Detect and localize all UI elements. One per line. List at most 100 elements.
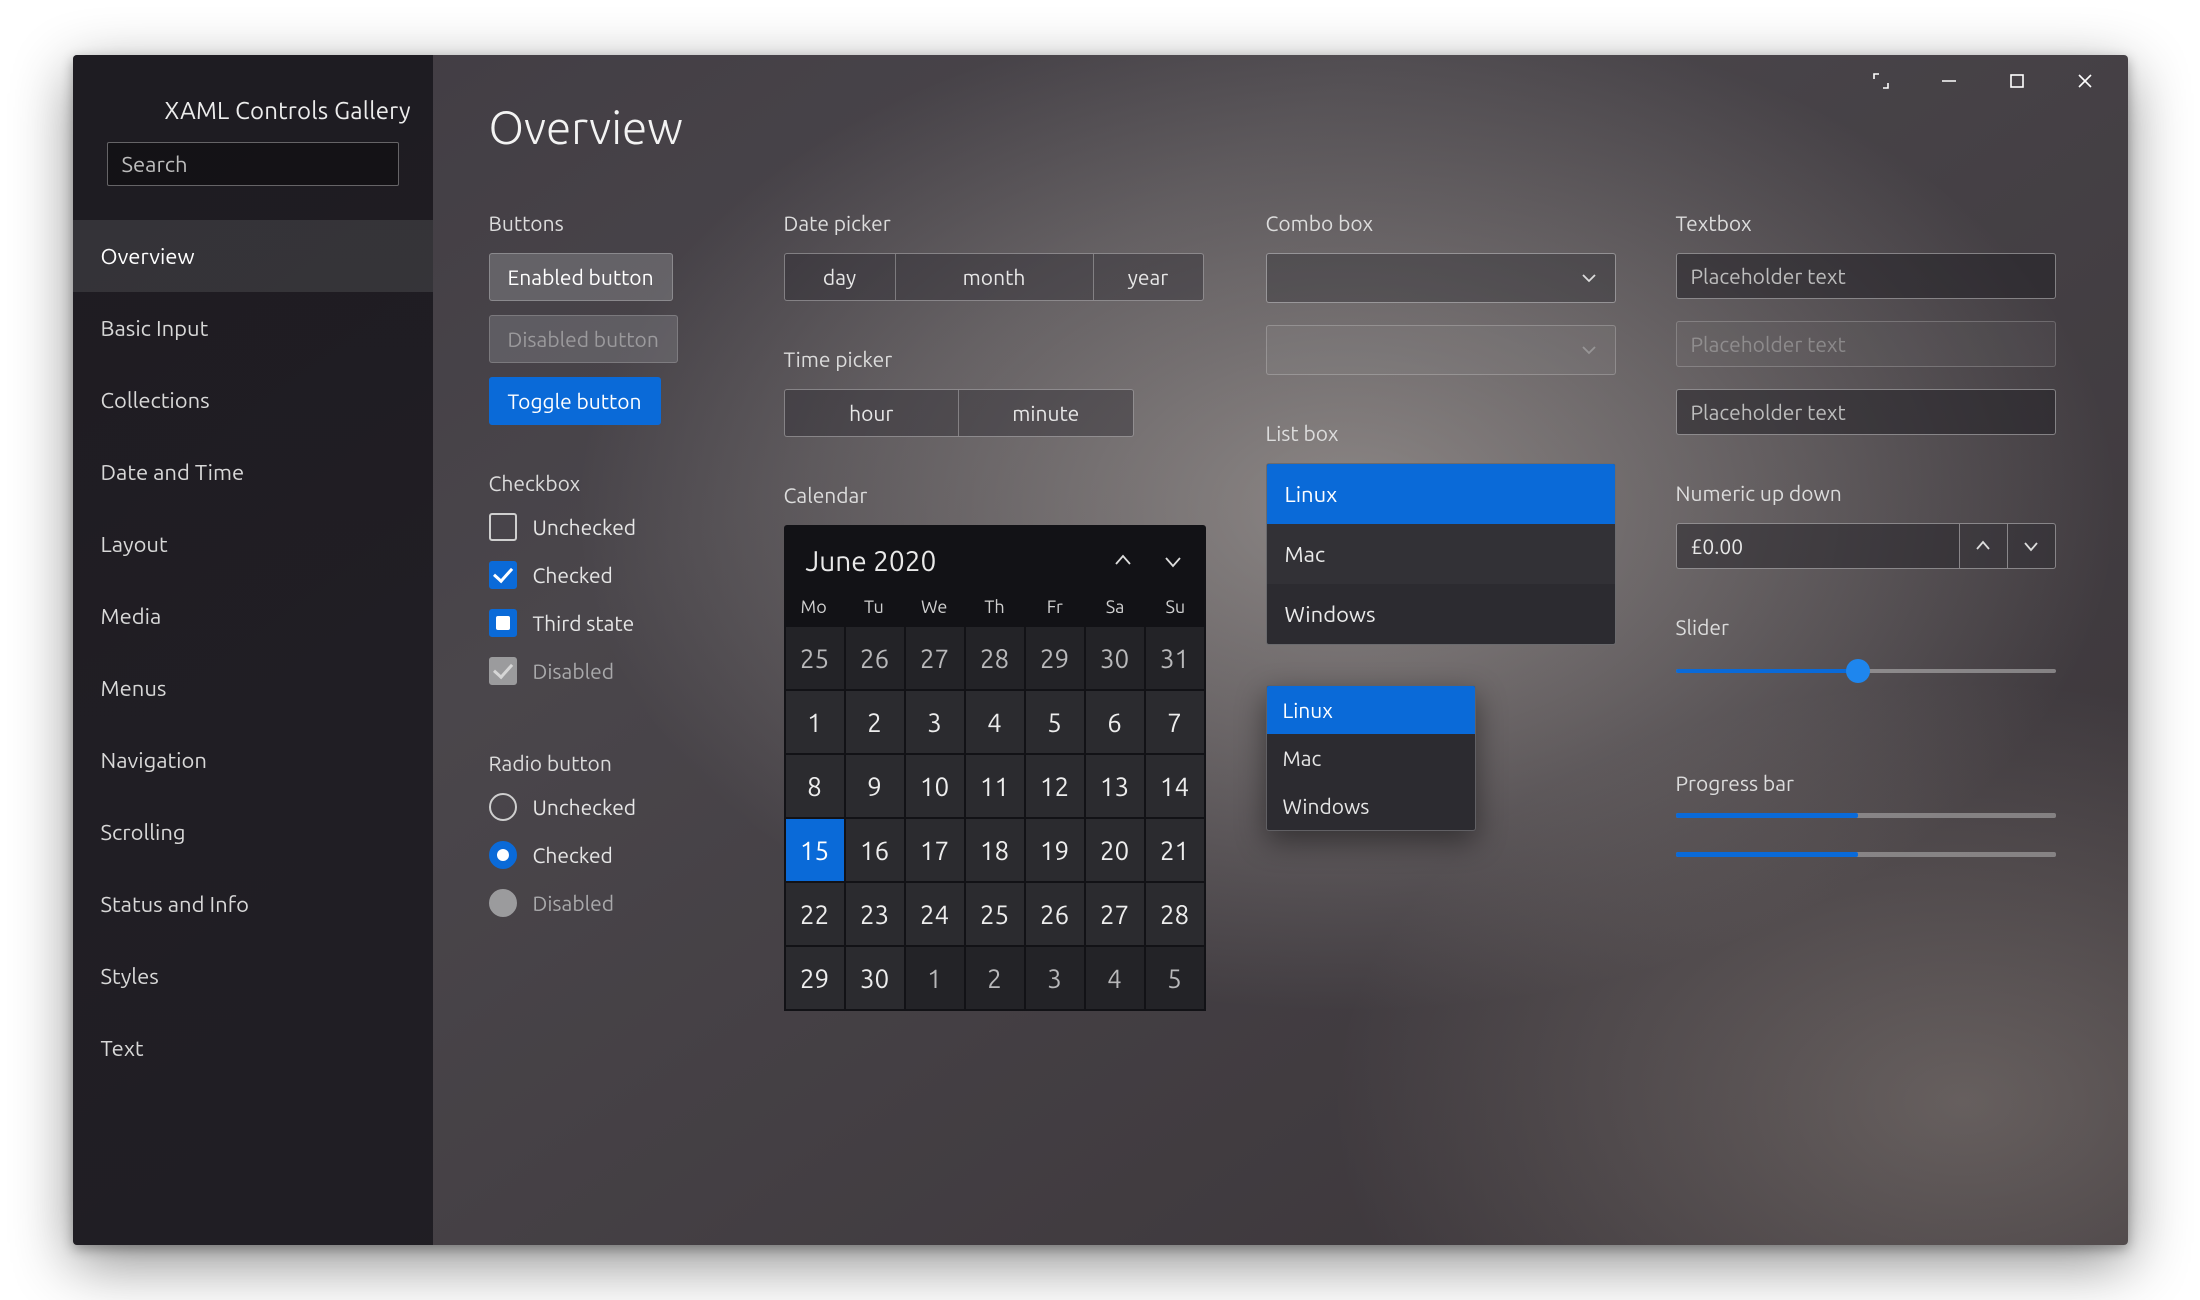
calendar-day[interactable]: 5 bbox=[1146, 947, 1204, 1009]
calendar-day[interactable]: 3 bbox=[906, 691, 964, 753]
nav-item-styles[interactable]: Styles bbox=[73, 940, 433, 1012]
textbox-1[interactable] bbox=[1676, 253, 2056, 299]
calendar-day[interactable]: 27 bbox=[906, 627, 964, 689]
calendar-day[interactable]: 26 bbox=[846, 627, 904, 689]
checkbox-checked[interactable]: Checked bbox=[489, 561, 724, 589]
calendar-day[interactable]: 4 bbox=[1086, 947, 1144, 1009]
calendar-day[interactable]: 25 bbox=[966, 883, 1024, 945]
calendar-day[interactable]: 17 bbox=[906, 819, 964, 881]
toggle-button[interactable]: Toggle button bbox=[489, 377, 661, 425]
calendar-day[interactable]: 2 bbox=[966, 947, 1024, 1009]
calendar-day[interactable]: 9 bbox=[846, 755, 904, 817]
calendar-day[interactable]: 29 bbox=[1026, 627, 1084, 689]
slider[interactable] bbox=[1676, 657, 2056, 685]
calendar-day[interactable]: 12 bbox=[1026, 755, 1084, 817]
date-picker[interactable]: day month year bbox=[784, 253, 1204, 301]
calendar-day[interactable]: 19 bbox=[1026, 819, 1084, 881]
calendar-day[interactable]: 29 bbox=[786, 947, 844, 1009]
radio-unchecked[interactable]: Unchecked bbox=[489, 793, 724, 821]
date-month[interactable]: month bbox=[895, 254, 1093, 300]
calendar-day[interactable]: 6 bbox=[1086, 691, 1144, 753]
calendar-day[interactable]: 31 bbox=[1146, 627, 1204, 689]
calendar-day[interactable]: 3 bbox=[1026, 947, 1084, 1009]
calendar-next-icon[interactable] bbox=[1162, 550, 1184, 572]
list-item[interactable]: Mac bbox=[1267, 524, 1615, 584]
date-year[interactable]: year bbox=[1093, 254, 1203, 300]
nav-item-media[interactable]: Media bbox=[73, 580, 433, 652]
textbox-2[interactable] bbox=[1676, 389, 2056, 435]
calendar-day[interactable]: 28 bbox=[966, 627, 1024, 689]
calendar-day[interactable]: 4 bbox=[966, 691, 1024, 753]
numeric-value[interactable]: £0.00 bbox=[1676, 523, 1960, 569]
calendar-dow: We bbox=[904, 597, 964, 617]
combobox-label: Combo box bbox=[1266, 211, 1616, 235]
calendar-day[interactable]: 25 bbox=[786, 627, 844, 689]
nav-item-basic-input[interactable]: Basic Input bbox=[73, 292, 433, 364]
nav-item-overview[interactable]: Overview bbox=[73, 220, 433, 292]
dropdown-menu[interactable]: LinuxMacWindows bbox=[1266, 685, 1476, 831]
nav-item-collections[interactable]: Collections bbox=[73, 364, 433, 436]
dropdown-item[interactable]: Windows bbox=[1267, 782, 1475, 830]
minimize-icon[interactable] bbox=[1938, 70, 1960, 92]
calendar-day[interactable]: 8 bbox=[786, 755, 844, 817]
calendar-day[interactable]: 26 bbox=[1026, 883, 1084, 945]
combobox[interactable] bbox=[1266, 253, 1616, 303]
time-hour[interactable]: hour bbox=[785, 390, 959, 436]
checkbox-unchecked[interactable]: Unchecked bbox=[489, 513, 724, 541]
calendar-day[interactable]: 21 bbox=[1146, 819, 1204, 881]
calendar-day[interactable]: 16 bbox=[846, 819, 904, 881]
numeric-up-icon[interactable] bbox=[1960, 523, 2008, 569]
calendar-day[interactable]: 30 bbox=[1086, 627, 1144, 689]
search-input[interactable] bbox=[107, 142, 399, 186]
calendar-dow: Sa bbox=[1085, 597, 1145, 617]
nav-item-menus[interactable]: Menus bbox=[73, 652, 433, 724]
calendar-day[interactable]: 15 bbox=[786, 819, 844, 881]
nav-item-status-and-info[interactable]: Status and Info bbox=[73, 868, 433, 940]
maximize-icon[interactable] bbox=[2006, 70, 2028, 92]
calendar-day[interactable]: 22 bbox=[786, 883, 844, 945]
calendar-day[interactable]: 7 bbox=[1146, 691, 1204, 753]
slider-thumb[interactable] bbox=[1846, 659, 1870, 683]
calendar-day[interactable]: 5 bbox=[1026, 691, 1084, 753]
checkbox-disabled-label: Disabled bbox=[533, 659, 615, 683]
calendar-day[interactable]: 27 bbox=[1086, 883, 1144, 945]
time-minute[interactable]: minute bbox=[958, 390, 1133, 436]
nav-item-scrolling[interactable]: Scrolling bbox=[73, 796, 433, 868]
radio-checked[interactable]: Checked bbox=[489, 841, 724, 869]
nav-item-text[interactable]: Text bbox=[73, 1012, 433, 1084]
date-day[interactable]: day bbox=[785, 254, 895, 300]
close-icon[interactable] bbox=[2074, 70, 2096, 92]
calendar-day[interactable]: 28 bbox=[1146, 883, 1204, 945]
nav-item-navigation[interactable]: Navigation bbox=[73, 724, 433, 796]
calendar-day[interactable]: 18 bbox=[966, 819, 1024, 881]
calendar-day[interactable]: 1 bbox=[906, 947, 964, 1009]
calendar-day[interactable]: 2 bbox=[846, 691, 904, 753]
nav-item-layout[interactable]: Layout bbox=[73, 508, 433, 580]
calendar-day[interactable]: 13 bbox=[1086, 755, 1144, 817]
calendar-day[interactable]: 23 bbox=[846, 883, 904, 945]
checkbox-third[interactable]: Third state bbox=[489, 609, 724, 637]
calendar-prev-icon[interactable] bbox=[1112, 550, 1134, 572]
numeric-up-down[interactable]: £0.00 bbox=[1676, 523, 2056, 569]
nav-item-date-and-time[interactable]: Date and Time bbox=[73, 436, 433, 508]
checkbox-label: Checkbox bbox=[489, 471, 724, 495]
calendar-day[interactable]: 10 bbox=[906, 755, 964, 817]
list-item[interactable]: Linux bbox=[1267, 464, 1615, 524]
listbox[interactable]: LinuxMacWindows bbox=[1266, 463, 1616, 645]
buttons-label: Buttons bbox=[489, 211, 724, 235]
calendar-day[interactable]: 14 bbox=[1146, 755, 1204, 817]
list-item[interactable]: Windows bbox=[1267, 584, 1615, 644]
calendar-title[interactable]: June 2020 bbox=[806, 546, 1112, 577]
numeric-down-icon[interactable] bbox=[2008, 523, 2056, 569]
time-picker[interactable]: hour minute bbox=[784, 389, 1134, 437]
calendar-dow: Th bbox=[964, 597, 1024, 617]
dropdown-item[interactable]: Mac bbox=[1267, 734, 1475, 782]
calendar-day[interactable]: 24 bbox=[906, 883, 964, 945]
calendar-day[interactable]: 20 bbox=[1086, 819, 1144, 881]
calendar-day[interactable]: 11 bbox=[966, 755, 1024, 817]
calendar-day[interactable]: 30 bbox=[846, 947, 904, 1009]
fullscreen-icon[interactable] bbox=[1870, 70, 1892, 92]
calendar-day[interactable]: 1 bbox=[786, 691, 844, 753]
enabled-button[interactable]: Enabled button bbox=[489, 253, 673, 301]
dropdown-item[interactable]: Linux bbox=[1267, 686, 1475, 734]
